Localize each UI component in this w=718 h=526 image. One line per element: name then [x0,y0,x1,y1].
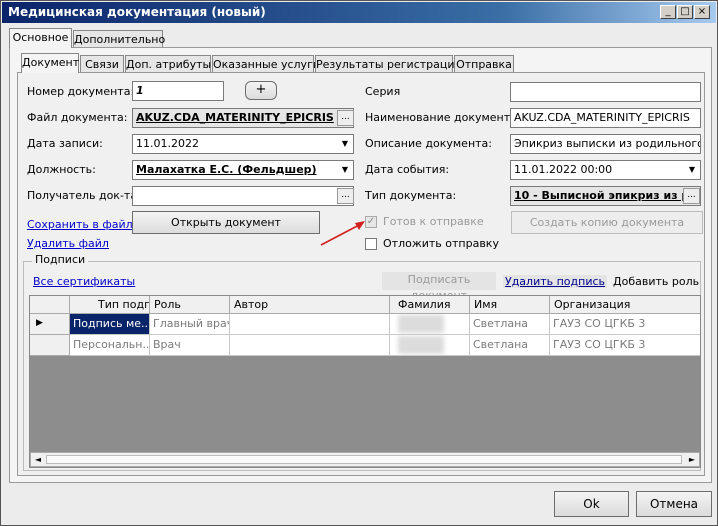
series-input[interactable] [510,82,701,102]
date-input[interactable]: 11.01.2022 [132,134,354,154]
cell-surname[interactable] [390,314,470,335]
recipient-input[interactable] [132,186,354,206]
doc-number-label: Номер документа: [27,85,135,98]
doc-type-browse-button[interactable]: ... [683,188,700,204]
tab-dopolnitelno[interactable]: Дополнительно [73,30,165,48]
open-document-button[interactable]: Открыть документ [132,211,320,234]
window-title: Медицинская документация (новый) [8,5,266,19]
title-bar[interactable]: Медицинская документация (новый) _ □ × [2,2,716,23]
series-label: Серия [365,85,401,98]
save-file-link[interactable]: Сохранить в файл [27,218,133,231]
cell-organization[interactable]: ГАУЗ СО ЦГКБ 3 [550,314,700,335]
cell-name[interactable]: Светлана [470,335,550,356]
cell-name[interactable]: Светлана [470,314,550,335]
cell-author[interactable] [230,314,390,335]
column-header-name[interactable]: Имя [470,296,550,314]
add-role-label[interactable]: Добавить роль [613,275,699,288]
cell-author[interactable] [230,335,390,356]
ready-to-send-label: Готов к отправке [383,215,484,228]
tab-sending[interactable]: Отправка [454,55,514,73]
doc-name-input[interactable]: AKUZ.CDA_MATERINITY_EPICRIS [510,108,701,128]
cell-role[interactable]: Врач [150,335,230,356]
create-copy-button[interactable]: Создать копию документа [511,211,703,234]
tab-extra-attributes[interactable]: Доп. атрибуты [125,55,211,73]
cell-sign-type[interactable]: Персональн... [70,335,150,356]
date-dropdown-icon[interactable]: ▼ [337,135,353,153]
scrollbar-thumb[interactable] [46,455,682,464]
cell-sign-type[interactable]: Подпись ме... [70,314,150,335]
date-label: Дата записи: [27,137,103,150]
scroll-right-icon[interactable]: ► [686,454,698,465]
horizontal-scrollbar[interactable]: ◄ ► [30,452,700,467]
column-header-indicator [30,296,70,314]
event-date-label: Дата события: [365,163,450,176]
file-input[interactable]: AKUZ.CDA_MATERINITY_EPICRIS [132,108,354,128]
event-date-input[interactable]: 11.01.2022 00:00 [510,160,701,180]
column-header-sign-type[interactable]: Тип подписи [70,296,150,314]
tab-osnovnoe[interactable]: Основное [9,28,72,48]
doc-number-input[interactable]: 1 [132,81,224,101]
column-header-organization[interactable]: Организация [550,296,700,314]
recipient-browse-button[interactable]: ... [337,188,354,204]
position-label: Должность: [27,163,96,176]
recipient-label: Получатель док-та [27,189,138,202]
doc-desc-label: Описание документа: [365,137,492,150]
postpone-send-label: Отложить отправку [383,237,499,250]
signatures-table: Тип подписи Роль Автор Фамилия Имя Орган… [29,295,701,468]
blurred-surname [398,315,444,333]
cell-surname[interactable] [390,335,470,356]
dialog-window: Медицинская документация (новый) _ □ × О… [0,0,718,526]
delete-file-link[interactable]: Удалить файл [27,237,109,250]
position-dropdown-icon[interactable]: ▼ [337,161,353,179]
sign-document-button[interactable]: Подписать документ [382,272,496,302]
tab-document[interactable]: Документ [21,53,79,73]
all-certificates-link[interactable]: Все сертификаты [33,275,135,288]
column-header-author[interactable]: Автор [230,296,390,314]
minimize-button[interactable]: _ [660,5,676,19]
event-date-dropdown-icon[interactable]: ▼ [684,161,700,179]
delete-signature-link[interactable]: Удалить подпись [503,275,608,288]
cell-role[interactable]: Главный врач [150,314,230,335]
file-label: Файл документа: [27,111,128,124]
blurred-surname [398,336,444,354]
tab-registration-results[interactable]: Результаты регистрации [315,55,462,73]
row-indicator[interactable] [30,335,70,356]
column-header-surname[interactable]: Фамилия [390,296,470,314]
cancel-button[interactable]: Отмена [636,491,712,517]
doc-name-label: Наименование документа: [365,111,521,124]
row-indicator-icon[interactable]: ▶ [30,314,70,335]
ok-button[interactable]: Ok [554,491,629,517]
doc-type-label: Тип документа: [365,189,457,202]
doc-type-input[interactable]: 10 - Выписной эпикриз из родильного дома [510,186,701,206]
column-header-role[interactable]: Роль [150,296,230,314]
cell-organization[interactable]: ГАУЗ СО ЦГКБ 3 [550,335,700,356]
annotation-arrow-icon [320,221,365,246]
scroll-left-icon[interactable]: ◄ [32,454,44,465]
tab-services[interactable]: Оказанные услуги [212,55,320,73]
doc-desc-input[interactable]: Эпикриз выписки из родильного дома [510,134,701,154]
signatures-group-title: Подписи [32,253,89,266]
maximize-button[interactable]: □ [677,5,693,19]
add-button[interactable]: + [245,81,277,100]
file-browse-button[interactable]: ... [337,110,354,126]
tab-links[interactable]: Связи [80,55,124,73]
position-input[interactable]: Малахатка Е.С. (Фельдшер) [132,160,354,180]
close-button[interactable]: × [694,5,710,19]
